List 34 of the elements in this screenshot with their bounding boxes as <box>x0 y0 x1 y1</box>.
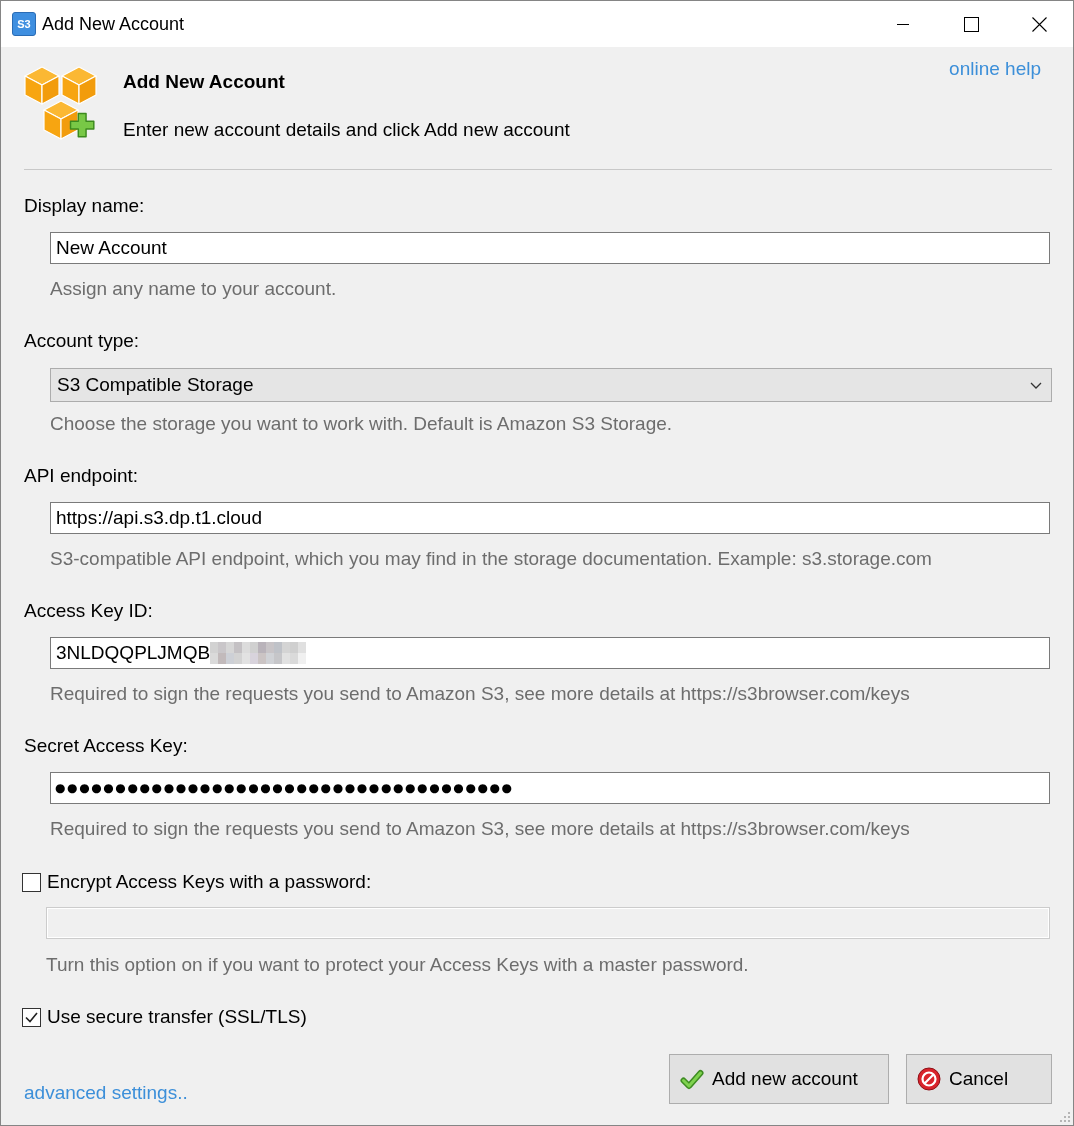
field-label: API endpoint: <box>24 464 140 488</box>
dropdown[interactable]: S3 Compatible Storage <box>50 368 1052 402</box>
checkmark-icon <box>680 1068 704 1090</box>
resize-grip-icon[interactable] <box>1060 1112 1071 1123</box>
field-label: Secret Access Key: <box>24 734 189 758</box>
field-label: Access Key ID: <box>24 599 154 623</box>
boxes-plus-icon <box>24 66 98 140</box>
close-icon <box>1031 16 1047 32</box>
dialog-title: Add New Account <box>123 70 286 94</box>
hint-text: Assign any name to your account. <box>50 277 338 301</box>
text-field[interactable]: New Account <box>50 232 1050 264</box>
hint-text: Turn this option on if you want to protect your Access Keys with a master password. <box>46 953 750 977</box>
checkbox[interactable] <box>22 872 41 892</box>
cancel-button[interactable]: Cancel <box>906 1054 1052 1104</box>
text-field[interactable]: https://api.s3.dp.t1.cloud <box>50 502 1050 534</box>
checkbox-label[interactable]: Use secure transfer (SSL/TLS) <box>47 1005 307 1029</box>
checkbox[interactable] <box>22 1007 41 1027</box>
hint-text: Required to sign the requests you send to Amazon S3, see more details at https://s3browser.com/keys <box>50 817 911 841</box>
field-label: Account type: <box>24 329 141 353</box>
minimize-icon <box>897 23 909 25</box>
dialog-subtitle: Enter new account details and click Add new account <box>123 118 570 142</box>
text-field[interactable]: 3NLDQQPLJMQB <box>50 637 1050 669</box>
app-icon: S3 <box>12 12 36 36</box>
add-account-button[interactable]: Add new account <box>669 1054 889 1104</box>
no-entry-icon <box>917 1067 941 1091</box>
maximize-icon <box>963 16 979 32</box>
checkbox-label[interactable]: Encrypt Access Keys with a password: <box>47 870 372 894</box>
field-label: Display name: <box>24 194 146 218</box>
hint-text: Required to sign the requests you send to Amazon S3, see more details at https://s3browser.com/keys <box>50 682 911 706</box>
window-title: Add New Account <box>42 13 185 36</box>
chevron-down-icon <box>1030 381 1042 389</box>
hint-text: S3-compatible API endpoint, which you may find in the storage documentation. Example: s3.storage.com <box>50 547 933 571</box>
hint-text: Choose the storage you want to work with. Default is Amazon S3 Storage. <box>50 412 674 436</box>
password-field[interactable]: ●●●●●●●●●●●●●●●●●●●●●●●●●●●●●●●●●●●●●● <box>50 772 1050 804</box>
